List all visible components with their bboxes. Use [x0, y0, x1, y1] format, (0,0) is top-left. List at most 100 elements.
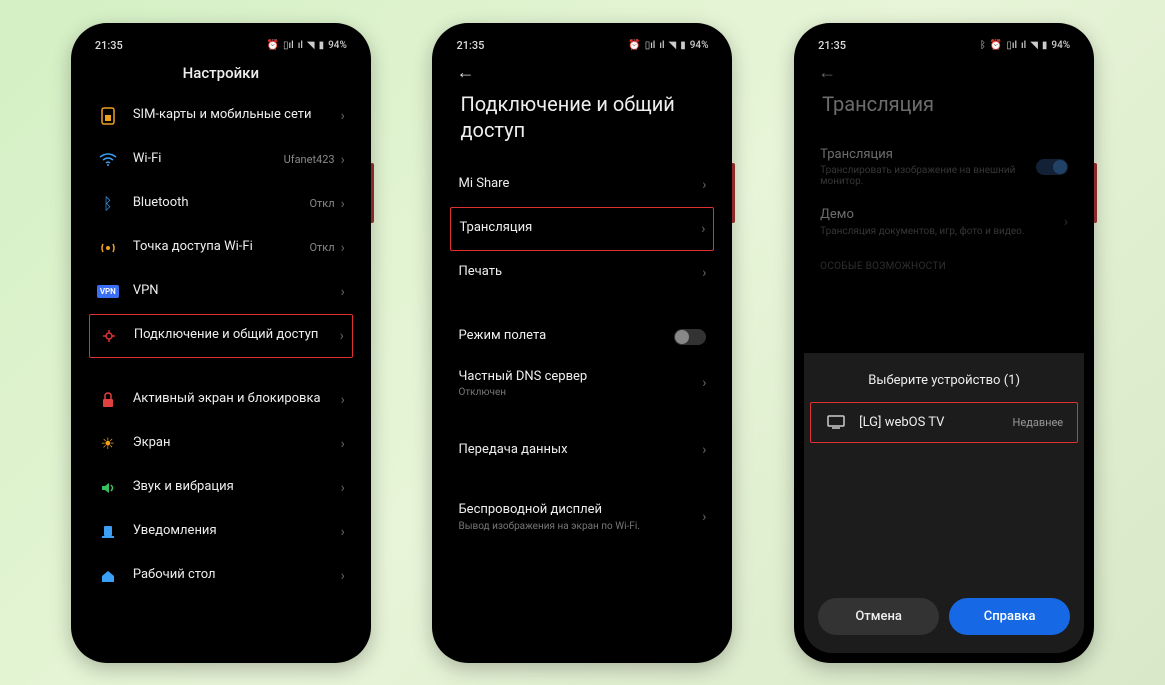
- row-dns[interactable]: Частный DNS сервер Отключен ›: [450, 359, 714, 409]
- row-notifications[interactable]: Уведомления ›: [89, 510, 353, 554]
- label: Печать: [458, 264, 702, 281]
- help-button[interactable]: Справка: [949, 598, 1070, 635]
- label: Демо: [820, 207, 1064, 224]
- label: Bluetooth: [133, 195, 310, 212]
- share-icon: [98, 325, 120, 347]
- chevron-right-icon: ›: [701, 221, 705, 237]
- phone-frame-1: 21:35 ⏰ ▯ıl ıl ◥ ▮ 94% Настройки SIM-кар…: [71, 23, 371, 663]
- chevron-right-icon: ›: [341, 392, 345, 408]
- label: Трансляция: [820, 147, 1036, 164]
- signal-icon: ▯ıl: [283, 40, 294, 51]
- row-print[interactable]: Печать ›: [450, 251, 714, 295]
- status-bar: 21:35 ⏰ ▯ıl ıl ◥ ▮ 94%: [81, 33, 361, 54]
- status-time: 21:35: [818, 39, 846, 52]
- label: Экран: [133, 435, 341, 452]
- chevron-right-icon: ›: [341, 240, 345, 256]
- sheet-title: Выберите устройство (1): [804, 367, 1084, 402]
- alarm-icon: ⏰: [628, 40, 640, 51]
- display-icon: ☀: [97, 433, 119, 455]
- row-demo[interactable]: Демо Трансляция документов, игр, фото и …: [812, 197, 1076, 247]
- signal-icon: ▯ıl: [645, 40, 656, 51]
- sheet-buttons: Отмена Справка: [818, 598, 1070, 635]
- battery-pct: 94%: [328, 40, 347, 51]
- status-time: 21:35: [456, 39, 484, 52]
- alarm-icon: ⏰: [267, 40, 279, 51]
- sim-icon: [97, 105, 119, 127]
- row-display[interactable]: ☀ Экран ›: [89, 422, 353, 466]
- row-cast[interactable]: Трансляция ›: [450, 207, 714, 251]
- screen-1: 21:35 ⏰ ▯ıl ıl ◥ ▮ 94% Настройки SIM-кар…: [81, 33, 361, 653]
- chevron-right-icon: ›: [702, 375, 706, 391]
- status-icons: ⏰ ▯ıl ıl ◥ ▮ 94%: [267, 40, 347, 51]
- value: Откл: [309, 197, 334, 210]
- sound-icon: [97, 477, 119, 499]
- row-connection-sharing[interactable]: Подключение и общий доступ ›: [89, 314, 353, 358]
- label: Wi-Fi: [133, 151, 284, 168]
- row-cast-toggle[interactable]: Трансляция Транслировать изображение на …: [812, 137, 1076, 198]
- cancel-button[interactable]: Отмена: [818, 598, 939, 635]
- wifi-icon: ◥: [1030, 40, 1038, 51]
- row-vpn[interactable]: VPN VPN ›: [89, 270, 353, 314]
- device-row[interactable]: [LG] webOS TV Недавнее: [810, 402, 1078, 443]
- back-button[interactable]: ←: [818, 62, 836, 83]
- row-hotspot[interactable]: Точка доступа Wi-Fi Откл ›: [89, 226, 353, 270]
- battery-pct: 94%: [1051, 40, 1070, 51]
- sub: Отключен: [458, 387, 702, 398]
- label: SIM-карты и мобильные сети: [133, 107, 341, 124]
- row-home[interactable]: Рабочий стол ›: [89, 554, 353, 598]
- device-status: Недавнее: [1013, 416, 1064, 429]
- label: Точка доступа Wi-Fi: [133, 239, 310, 256]
- chevron-right-icon: ›: [702, 177, 706, 193]
- signal-icon: ıl: [659, 40, 664, 51]
- label: Передача данных: [458, 442, 702, 459]
- chevron-right-icon: ›: [341, 480, 345, 496]
- wifi-icon: ◥: [307, 40, 315, 51]
- vpn-icon: VPN: [97, 281, 119, 303]
- row-mishare[interactable]: Mi Share ›: [450, 163, 714, 207]
- signal-icon: ıl: [1021, 40, 1026, 51]
- battery-icon: ▮: [1042, 40, 1048, 51]
- sub: Трансляция документов, игр, фото и видео…: [820, 226, 1064, 237]
- row-data[interactable]: Передача данных ›: [450, 428, 714, 472]
- list: Трансляция Транслировать изображение на …: [804, 137, 1084, 248]
- signal-icon: ▯ıl: [1006, 40, 1017, 51]
- wifi-icon: ◥: [669, 40, 677, 51]
- battery-pct: 94%: [690, 40, 709, 51]
- status-icons: ᛒ ⏰ ▯ıl ıl ◥ ▮ 94%: [980, 40, 1070, 51]
- toggle-cast[interactable]: [1036, 159, 1068, 175]
- label: Рабочий стол: [133, 567, 341, 584]
- status-time: 21:35: [95, 39, 123, 52]
- label: Подключение и общий доступ: [134, 327, 340, 344]
- tv-icon: [825, 415, 847, 429]
- back-button[interactable]: ←: [456, 62, 474, 83]
- row-lock[interactable]: Активный экран и блокировка ›: [89, 378, 353, 422]
- page-title: Подключение и общий доступ: [442, 87, 722, 163]
- row-bluetooth[interactable]: ᛒ Bluetooth Откл ›: [89, 182, 353, 226]
- dimmed-layer: ← Трансляция Трансляция Транслировать из…: [804, 54, 1084, 279]
- toggle-airplane[interactable]: [674, 329, 706, 345]
- row-wifi[interactable]: Wi-Fi Ufanet423 ›: [89, 138, 353, 182]
- row-sim[interactable]: SIM-карты и мобильные сети ›: [89, 94, 353, 138]
- row-sound[interactable]: Звук и вибрация ›: [89, 466, 353, 510]
- chevron-right-icon: ›: [341, 108, 345, 124]
- label: Активный экран и блокировка: [133, 391, 341, 408]
- chevron-right-icon: ›: [702, 442, 706, 458]
- battery-icon: ▮: [319, 40, 325, 51]
- chevron-right-icon: ›: [341, 284, 345, 300]
- phone-frame-2: 21:35 ⏰ ▯ıl ıl ◥ ▮ 94% ← Подключение и о…: [432, 23, 732, 663]
- chevron-right-icon: ›: [702, 265, 706, 281]
- label: Mi Share: [458, 176, 702, 193]
- value: Откл: [309, 241, 334, 254]
- battery-icon: ▮: [680, 40, 686, 51]
- page-title: Настройки: [81, 54, 361, 94]
- settings-list: SIM-карты и мобильные сети › Wi-Fi Ufane…: [81, 94, 361, 598]
- value: Ufanet423: [284, 153, 335, 166]
- row-airplane[interactable]: Режим полета: [450, 315, 714, 359]
- wifi-icon: [97, 149, 119, 171]
- status-bar: 21:35 ᛒ ⏰ ▯ıl ıl ◥ ▮ 94%: [804, 33, 1084, 54]
- status-bar: 21:35 ⏰ ▯ıl ıl ◥ ▮ 94%: [442, 33, 722, 54]
- header: ←: [804, 54, 1084, 87]
- chevron-right-icon: ›: [340, 328, 344, 344]
- chevron-right-icon: ›: [341, 196, 345, 212]
- row-wireless-display[interactable]: Беспроводной дисплей Вывод изображения н…: [450, 492, 714, 542]
